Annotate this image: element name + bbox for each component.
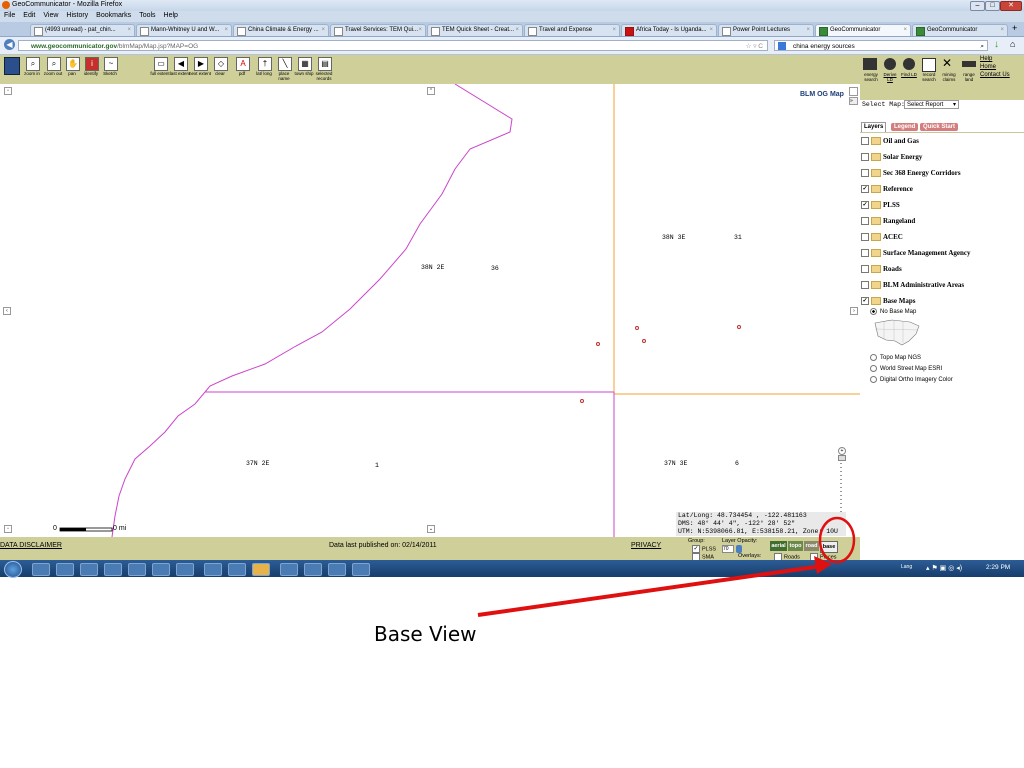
annotation-overlay (477, 516, 856, 617)
annotation-arrow-shaft (477, 564, 823, 617)
annotation-caption: Base View (374, 622, 477, 646)
highlight-circle (818, 516, 856, 564)
